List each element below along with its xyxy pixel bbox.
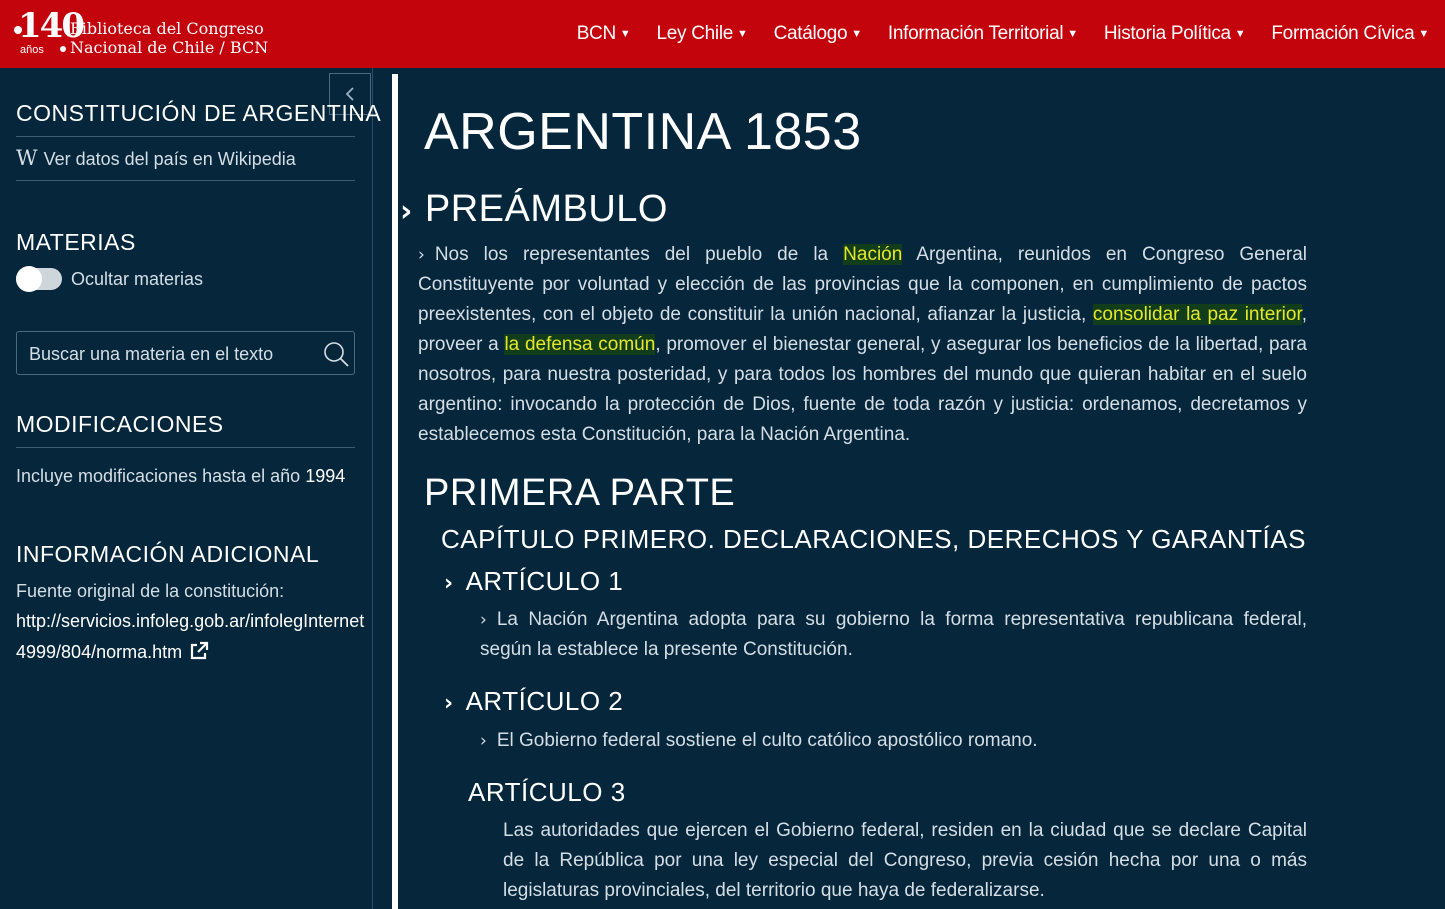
bcn-logo[interactable]: 140 años Biblioteca del Congreso Naciona… [12,4,268,64]
logo-line1: Biblioteca del Congreso [70,19,264,38]
external-link-icon [191,641,209,660]
article-text: El Gobierno federal sostiene el culto ca… [496,730,1038,751]
article-text: La Nación Argentina adopta para su gobie… [480,609,1307,660]
highlighted-materia[interactable]: la defensa común [504,334,656,355]
source-url-line1[interactable]: http://servicios.infoleg.gob.ar/infolegI… [16,611,364,632]
nav-label: Ley Chile [656,23,734,44]
main-nav: BCN ▼ Ley Chile ▼ Catálogo ▼ Información Te… [577,0,1445,68]
caret-down-icon: ▼ [851,28,862,40]
article-title: ARTÍCULO 2 [465,686,624,716]
caret-down-icon: ▼ [1067,28,1078,40]
toggle-knob [16,266,42,292]
wikipedia-link-label: Ver datos del país en Wikipedia [43,149,296,169]
logo-line2: Nacional de Chile / BCN [70,38,269,57]
divider [16,447,355,448]
logo-dot [60,46,66,52]
nav-item-historia-politica[interactable]: Historia Política ▼ [1103,23,1246,45]
modificaciones-year: 1994 [305,466,346,486]
nav-item-catalogo[interactable]: Catálogo ▼ [773,23,863,45]
source-label: Fuente original de la constitución: [16,581,285,601]
search-icon[interactable] [322,340,350,368]
nav-label: BCN [576,23,617,44]
caret-down-icon: ▼ [619,28,631,40]
article-2-text: › El Gobierno federal sostiene el culto c… [480,726,1307,756]
hide-materias-toggle[interactable] [16,266,62,292]
nav-label: Formación Cívica [1271,23,1415,44]
modificaciones-label: Incluye modificaciones hasta el año [16,466,301,486]
modificaciones-text: Incluye modificaciones hasta el año 1994 [16,466,345,487]
info-adicional-title: INFORMACIÓN ADICIONAL [16,541,320,567]
toggle-label: Ocultar materias [71,269,204,289]
chevron-right-icon: › [444,691,454,716]
chevron-right-icon: › [418,245,425,265]
materia-search-box [16,331,355,375]
logo-years: años [20,44,44,56]
nav-label: Información Territorial [887,23,1064,44]
highlighted-materia[interactable]: consolidar la paz interior [1092,304,1302,325]
highlighted-materia[interactable]: Nación [843,244,903,265]
text-segment: Nos los representantes del pueblo de la [434,244,844,265]
materia-search-input[interactable] [27,340,311,368]
source-url-text: 4999/804/norma.htm [16,642,183,662]
nav-item-informacion-territorial[interactable]: Información Territorial ▼ [888,23,1078,45]
preambulo-title: PREÁMBULO [424,188,668,230]
chevron-right-icon: › [400,194,413,229]
nav-label: Historia Política [1103,23,1231,44]
caret-down-icon: ▼ [1418,28,1429,40]
article-3-heading[interactable]: ARTÍCULO 3 [468,777,626,808]
article-3-text: Las autoridades que ejercen el Gobierno … [503,820,1307,901]
nav-label: Catálogo [773,23,848,44]
chevron-right-icon: › [480,731,487,751]
constitution-content: ARGENTINA 1853 › PREÁMBULO › Nos los repre… [392,74,1445,909]
chevron-right-icon: › [444,571,454,596]
preambulo-heading[interactable]: › PREÁMBULO [400,188,668,231]
source-url-line2[interactable]: 4999/804/norma.htm [16,641,209,663]
article-2-heading[interactable]: › ARTÍCULO 2 [444,686,623,717]
nav-item-bcn[interactable]: BCN ▼ [577,23,631,45]
sidebar: CONSTITUCIÓN DE ARGENTINA W Ver datos del… [0,68,381,909]
divider [16,180,355,181]
wikipedia-icon: W [16,146,38,170]
nav-item-ley-chile[interactable]: Ley Chile ▼ [657,23,748,45]
chapter-title: CAPÍTULO PRIMERO. DECLARACIONES, DERECHO… [441,524,1306,554]
article-1-text: › La Nación Argentina adopta para su gobi… [480,605,1307,665]
modificaciones-title: MODIFICACIONES [16,411,224,437]
caret-down-icon: ▼ [737,28,748,40]
caret-down-icon: ▼ [1234,28,1246,40]
constitution-title: CONSTITUCIÓN DE ARGENTINA [16,100,382,126]
wikipedia-link[interactable]: W Ver datos del país en Wikipedia [16,146,296,170]
page-title: ARGENTINA 1853 [424,103,862,161]
chevron-right-icon: › [480,610,487,630]
nav-item-formacion-civica[interactable]: Formación Cívica ▼ [1271,23,1429,45]
divider [16,136,355,137]
part-title: PRIMERA PARTE [424,472,736,514]
top-navbar: 140 años Biblioteca del Congreso Naciona… [0,0,1445,68]
article-1-heading[interactable]: › ARTÍCULO 1 [444,566,623,597]
materias-title: MATERIAS [16,229,136,255]
article-title: ARTÍCULO 1 [465,566,624,596]
preambulo-text: › Nos los representantes del pueblo de la… [418,240,1307,450]
